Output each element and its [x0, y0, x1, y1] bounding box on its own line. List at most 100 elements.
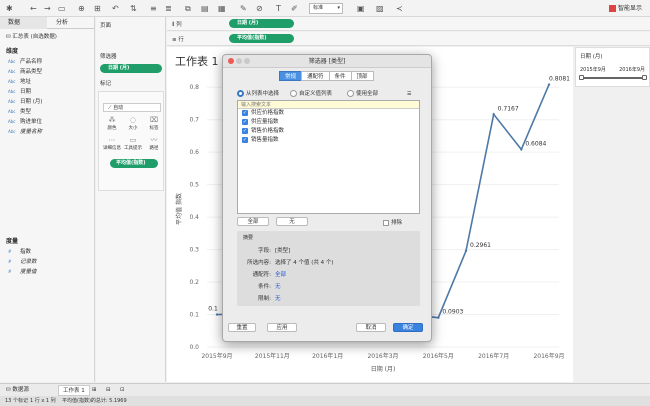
select-none-button[interactable]: 无 — [276, 217, 308, 226]
ok-button[interactable]: 确定 — [393, 323, 423, 332]
range-handle-left[interactable] — [579, 75, 584, 80]
apply-button[interactable]: 应用 — [267, 323, 297, 332]
marks-label-button[interactable]: ⌧ 标签 — [145, 115, 163, 134]
highlight-icon[interactable]: ✎ — [240, 3, 247, 14]
data-point[interactable] — [520, 148, 523, 151]
dimension-field[interactable]: Abc 购进单位 — [8, 117, 42, 125]
list-item[interactable]: ✓ 销售量指数 — [238, 136, 419, 145]
cancel-button[interactable]: 取消 — [356, 323, 386, 332]
datasource-item[interactable]: ⛁ 汇总表 (自选数据) — [6, 32, 57, 40]
radio-select-from-list[interactable]: 从列表中选择 — [237, 89, 279, 97]
data-point[interactable] — [547, 83, 551, 86]
sort-asc-icon[interactable]: ≡ — [150, 3, 157, 14]
reset-button[interactable]: 重置 — [228, 323, 256, 332]
list-item[interactable]: ✓ 供应量指数 — [238, 118, 419, 127]
marks-path-button[interactable]: 〰路径 — [145, 135, 163, 154]
y-axis-label: 平均值 指数 — [175, 193, 183, 225]
radio-use-all[interactable]: 使用全部 — [347, 89, 378, 97]
group-icon[interactable]: ⧉ — [185, 3, 191, 14]
dimension-field[interactable]: Abc 日期 — [8, 87, 31, 95]
datasource-tab[interactable]: ⛁ 数据源 — [2, 385, 33, 396]
marks-detail-button[interactable]: ⋯ 详细信息 — [103, 135, 121, 154]
summary-value[interactable]: 无 — [275, 296, 281, 302]
mark-type-label: 自动 — [113, 105, 124, 111]
list-item-label: 供应价格指数 — [251, 110, 285, 116]
range-slider[interactable] — [581, 77, 645, 79]
y-tick-label: 0.1 — [189, 312, 199, 319]
measure-field[interactable]: # 记录数 — [8, 257, 37, 265]
pen-icon[interactable]: ✐ — [291, 3, 298, 14]
tab-condition[interactable]: 条件 — [328, 71, 352, 81]
range-handle-right[interactable] — [642, 75, 647, 80]
share-icon[interactable]: ≺ — [396, 3, 403, 14]
size-icon: ◌ — [129, 116, 137, 124]
rows-pill[interactable]: 平均值(指数) — [229, 34, 294, 43]
data-label: 0.7167 — [498, 105, 519, 112]
y-tick-label: 0.7 — [189, 117, 199, 124]
data-point[interactable] — [437, 316, 440, 319]
tableau-logo-icon[interactable]: ✱ — [6, 3, 13, 14]
dimension-field[interactable]: Abc 日期 (月) — [8, 97, 43, 105]
show-me-button[interactable]: 智能显示 — [608, 3, 642, 14]
list-item-label: 供应量指数 — [251, 119, 279, 125]
undo-icon[interactable]: ↶ — [112, 3, 119, 14]
mark-type-select[interactable]: ⟋ 自动 — [103, 103, 161, 112]
close-icon[interactable] — [228, 58, 234, 64]
tab-wildcard[interactable]: 通配符 — [301, 71, 330, 81]
list-item[interactable]: ✓ 销售价格指数 — [238, 127, 419, 136]
label-toggle-icon[interactable]: T — [276, 3, 281, 14]
forward-icon[interactable]: → — [44, 3, 51, 14]
dimension-field[interactable]: Abc 度量名称 — [8, 127, 42, 135]
sort-desc-icon[interactable]: ≣ — [165, 3, 172, 14]
dimension-field[interactable]: Abc 产品名称 — [8, 57, 42, 65]
back-icon[interactable]: ← — [30, 3, 37, 14]
sheet-tab[interactable]: 工作表 1 — [58, 385, 90, 396]
columns-pill[interactable]: 日期 (月) — [229, 19, 294, 28]
format-icon[interactable]: ▤ — [201, 3, 209, 14]
data-point[interactable] — [215, 313, 219, 316]
status-rows: 1 行 x 1 列 — [30, 398, 56, 404]
field-name: 商品类型 — [20, 69, 43, 75]
marks-tooltip-button[interactable]: ▭ 工具提示 — [124, 135, 142, 154]
measure-field[interactable]: # 指数 — [8, 247, 31, 255]
zoom-icon[interactable] — [244, 58, 250, 64]
radio-custom-list[interactable]: 自定义值列表 — [290, 89, 332, 97]
save-icon[interactable]: ▭ — [58, 3, 66, 14]
columns-label-text: 列 — [176, 22, 182, 28]
marks-color-button[interactable]: ⁂ 颜色 — [103, 115, 121, 134]
tab-data[interactable]: 数据 — [0, 17, 47, 29]
list-search-input[interactable]: 输入搜索文本 — [238, 101, 419, 109]
new-sheet-icon[interactable]: ⊞ — [94, 3, 101, 14]
new-sheet-tab-icon[interactable]: ⊞ — [88, 385, 101, 396]
pin-icon[interactable]: ⊘ — [256, 3, 263, 14]
new-datasource-icon[interactable]: ⊕ — [78, 3, 85, 14]
chart-view-icon[interactable]: ▨ — [376, 3, 384, 14]
measure-field[interactable]: # 度量值 — [8, 267, 37, 275]
present-icon[interactable]: ▣ — [357, 3, 365, 14]
checkbox-checked-icon: ✓ — [242, 136, 248, 143]
marks-size-button[interactable]: ◌ 大小 — [124, 115, 142, 134]
data-point[interactable] — [464, 249, 468, 253]
tab-general[interactable]: 常规 — [279, 71, 303, 81]
view-fit-select[interactable]: 标准 — [309, 3, 343, 14]
list-options-icon[interactable]: ☰ — [407, 91, 411, 97]
summary-value[interactable]: 无 — [275, 284, 281, 290]
fit-icon[interactable]: ▦ — [218, 3, 226, 14]
tab-analysis[interactable]: 分析 — [48, 17, 95, 29]
list-item[interactable]: ✓ 供应价格指数 — [238, 109, 419, 118]
tab-top[interactable]: 顶部 — [350, 71, 374, 81]
dimension-field[interactable]: Abc 商品类型 — [8, 67, 42, 75]
rows-label: ≡ 行 — [172, 37, 184, 43]
new-dashboard-tab-icon[interactable]: ⊟ — [102, 385, 115, 396]
mark-pill[interactable]: 平均值(指数) — [110, 159, 158, 168]
new-story-tab-icon[interactable]: ⊡ — [116, 385, 129, 396]
dimension-field[interactable]: Abc 地址 — [8, 77, 31, 85]
select-all-button[interactable]: 全部 — [237, 217, 269, 226]
swap-icon[interactable]: ⇅ — [130, 3, 137, 14]
summary-value[interactable]: 全部 — [275, 272, 286, 278]
minimize-icon[interactable] — [236, 58, 242, 64]
exclude-checkbox[interactable]: 排除 — [383, 218, 402, 226]
dimension-field[interactable]: Abc 类型 — [8, 107, 31, 115]
filter-pill[interactable]: 日期 (月) — [100, 64, 162, 73]
data-point[interactable] — [492, 113, 495, 116]
